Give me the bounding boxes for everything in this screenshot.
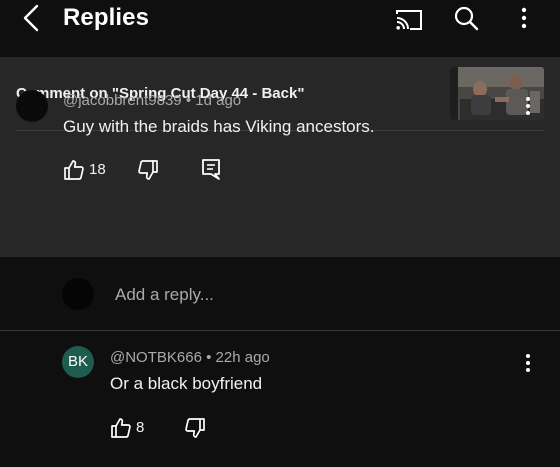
- more-vertical-icon: [526, 354, 530, 372]
- more-vertical-icon: [526, 97, 530, 115]
- comment-icon: [202, 159, 220, 180]
- reply-meta: @NOTBK666 • 22h ago: [110, 349, 270, 366]
- divider: [0, 330, 560, 331]
- thumbs-up-icon: [111, 418, 131, 438]
- back-button[interactable]: [18, 2, 46, 34]
- page-title: Replies: [63, 4, 150, 31]
- thumbs-down-icon: [185, 418, 205, 438]
- avatar: [62, 278, 94, 310]
- search-button[interactable]: [451, 4, 481, 34]
- thumbs-down-icon: [138, 160, 158, 180]
- reply-age: 22h ago: [215, 349, 270, 366]
- reply-text: Or a black boyfriend: [110, 374, 263, 393]
- like-button[interactable]: [109, 416, 133, 440]
- comment-meta: @jacobbrent9839 • 1d ago: [63, 92, 241, 109]
- like-count: 18: [89, 161, 106, 178]
- like-count: 8: [136, 419, 145, 436]
- top-bar: Replies: [0, 0, 560, 40]
- more-vertical-icon: [521, 7, 527, 29]
- chevron-left-icon: [23, 4, 39, 32]
- cast-button[interactable]: [394, 4, 424, 34]
- comment-age: 1d ago: [195, 92, 242, 109]
- meta-separator: •: [185, 92, 196, 109]
- add-reply-input[interactable]: Add a reply...: [115, 285, 214, 305]
- reply-more-button[interactable]: [518, 351, 538, 375]
- meta-separator: •: [206, 349, 216, 366]
- like-button[interactable]: [62, 158, 86, 182]
- comment-author[interactable]: @jacobbrent9839: [63, 92, 182, 109]
- dislike-button[interactable]: [136, 158, 160, 182]
- reply-author[interactable]: @NOTBK666: [110, 349, 202, 366]
- more-options-button[interactable]: [509, 4, 539, 34]
- comment-text: Guy with the braids has Viking ancestors…: [63, 117, 375, 136]
- avatar[interactable]: BK: [62, 346, 94, 378]
- comment-more-button[interactable]: [518, 94, 538, 118]
- original-comment-panel: Comment on "Spring Cut Day 44 - Back": [0, 57, 560, 257]
- search-icon: [454, 6, 479, 31]
- thumbs-up-icon: [64, 160, 84, 180]
- dislike-button[interactable]: [183, 416, 207, 440]
- reply-button[interactable]: [200, 157, 222, 181]
- avatar[interactable]: [16, 90, 48, 122]
- cast-icon: [396, 10, 422, 30]
